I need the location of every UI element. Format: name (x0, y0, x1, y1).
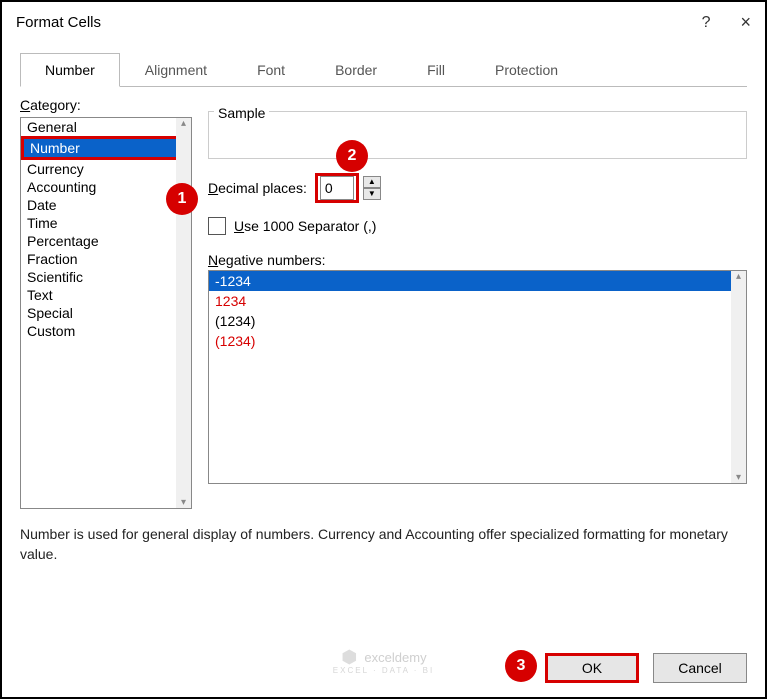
annotation-badge-3: 3 (505, 650, 537, 682)
category-item-custom[interactable]: Custom (21, 322, 176, 340)
category-item-scientific[interactable]: Scientific (21, 268, 176, 286)
category-item-special[interactable]: Special (21, 304, 176, 322)
tab-border[interactable]: Border (310, 53, 402, 86)
title-bar: Format Cells ? × (2, 2, 765, 43)
decimal-row: Decimal places: ▲ ▼ (208, 173, 747, 203)
right-panel: Sample Decimal places: ▲ ▼ Use 1000 Sepa… (208, 97, 747, 509)
left-panel: Category: General Number Currency Accoun… (20, 97, 192, 509)
category-item-accounting[interactable]: Accounting (21, 178, 176, 196)
category-item-number[interactable]: Number (21, 136, 179, 160)
close-icon[interactable]: × (740, 12, 751, 33)
window-title: Format Cells (16, 14, 101, 31)
tab-font[interactable]: Font (232, 53, 310, 86)
neg-item-0[interactable]: -1234 (209, 271, 731, 291)
tab-alignment[interactable]: Alignment (120, 53, 232, 86)
negative-listbox[interactable]: -1234 1234 (1234) (1234) (208, 270, 747, 484)
decimal-label: Decimal places: (208, 180, 307, 196)
annotation-badge-1: 1 (166, 183, 198, 215)
help-icon[interactable]: ? (702, 14, 711, 32)
category-scrollbar[interactable] (176, 118, 191, 508)
footer: OK Cancel (20, 653, 747, 683)
category-item-fraction[interactable]: Fraction (21, 250, 176, 268)
category-item-currency[interactable]: Currency (21, 160, 176, 178)
tab-number[interactable]: Number (20, 53, 120, 87)
window-controls: ? × (702, 12, 751, 33)
category-label: Category: (20, 97, 192, 113)
decimal-spinner[interactable] (315, 173, 359, 203)
cancel-button[interactable]: Cancel (653, 653, 747, 683)
sample-box (208, 111, 747, 159)
sample-legend: Sample (214, 105, 269, 121)
decimal-input[interactable] (320, 176, 354, 200)
neg-item-1[interactable]: 1234 (209, 291, 731, 311)
category-item-text[interactable]: Text (21, 286, 176, 304)
tab-fill[interactable]: Fill (402, 53, 470, 86)
content: Category: General Number Currency Accoun… (2, 87, 765, 509)
category-item-date[interactable]: Date (21, 196, 176, 214)
category-listbox[interactable]: General Number Currency Accounting Date … (20, 117, 192, 509)
decimal-down-icon[interactable]: ▼ (363, 188, 381, 200)
neg-item-3[interactable]: (1234) (209, 331, 731, 351)
category-item-time[interactable]: Time (21, 214, 176, 232)
category-item-general[interactable]: General (21, 118, 176, 136)
annotation-badge-2: 2 (336, 140, 368, 172)
separator-label: Use 1000 Separator (,) (234, 218, 376, 234)
negative-label: Negative numbers: (208, 252, 747, 268)
tabs: Number Alignment Font Border Fill Protec… (20, 53, 747, 87)
separator-checkbox[interactable]: Use 1000 Separator (,) (208, 217, 376, 235)
negative-scrollbar[interactable] (731, 271, 746, 483)
category-item-percentage[interactable]: Percentage (21, 232, 176, 250)
neg-item-2[interactable]: (1234) (209, 311, 731, 331)
description: Number is used for general display of nu… (2, 509, 765, 564)
ok-button[interactable]: OK (545, 653, 639, 683)
decimal-up-icon[interactable]: ▲ (363, 176, 381, 188)
checkbox-icon[interactable] (208, 217, 226, 235)
tab-protection[interactable]: Protection (470, 53, 583, 86)
